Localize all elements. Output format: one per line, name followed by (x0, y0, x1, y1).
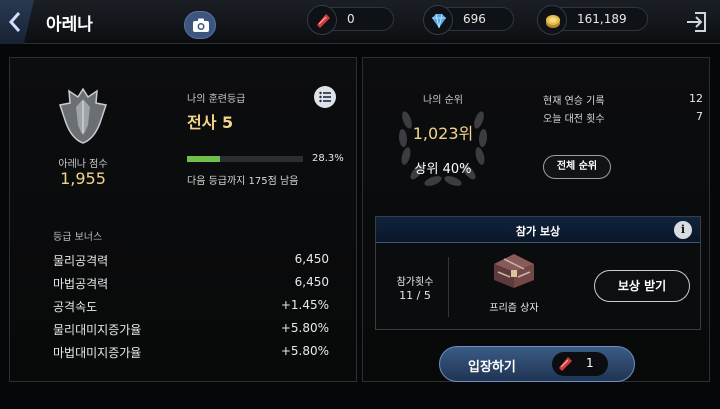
currency-gold: 161,189 (537, 5, 648, 35)
divider (448, 257, 449, 317)
bonus-value: +5.80% (280, 321, 329, 335)
info-button[interactable]: i (674, 221, 692, 239)
grade-progress-bar (187, 156, 303, 162)
page-title: 아레나 (46, 15, 93, 35)
screenshot-button[interactable] (184, 11, 216, 39)
grade-list-button[interactable] (314, 86, 336, 108)
chevron-left-icon (8, 12, 21, 32)
bonus-value: +1.45% (280, 298, 329, 312)
currency-red-ticket: 0 (307, 5, 394, 35)
my-rank-value: 1,023위 (412, 124, 474, 143)
today-battles-stat: 오늘 대전 횟수 7 (543, 110, 703, 125)
ranking-panel: 나의 순위 1,023위 상위 40% 현재 연승 기록 12 오늘 대전 횟수… (362, 57, 710, 382)
stat-label: 오늘 대전 횟수 (543, 114, 605, 125)
currency-value: 0 (347, 12, 355, 26)
diamond-icon (423, 5, 453, 35)
training-grade-value: 전사 5 (187, 113, 234, 132)
back-button[interactable] (0, 0, 34, 44)
camera-icon (193, 18, 209, 32)
grade-bonus-title: 등급 보너스 (53, 232, 103, 243)
bonus-row: 마법대미지증가율 +5.80% (53, 344, 329, 366)
exit-button[interactable] (683, 9, 711, 35)
bonus-value: 6,450 (294, 275, 329, 289)
enter-button-label: 입장하기 (468, 360, 516, 375)
reward-item-name: 프리즘 상자 (489, 303, 539, 314)
grade-progress-percent: 28.3% (312, 153, 344, 164)
training-grade-label: 나의 훈련등급 (187, 94, 246, 105)
currency-value: 161,189 (577, 12, 627, 26)
stat-value: 12 (689, 92, 703, 105)
bonus-value: +5.80% (280, 344, 329, 358)
training-grade-panel: 아레나 점수 1,955 나의 훈련등급 전사 5 28.3% 다음 등급까지 … (9, 57, 357, 382)
grade-progress-note: 다음 등급까지 175점 남음 (187, 176, 299, 187)
arena-score-label: 아레나 점수 (58, 159, 108, 170)
entry-cost: 1 (552, 352, 608, 376)
bonus-value: 6,450 (294, 252, 329, 266)
red-ticket-icon (559, 357, 572, 371)
claim-reward-button[interactable]: 보상 받기 (594, 270, 690, 302)
full-ranking-button[interactable]: 전체 순위 (543, 155, 611, 179)
bonus-name: 마법공격력 (53, 277, 109, 291)
bonus-row: 공격속도 +1.45% (53, 298, 329, 320)
reward-header: 참가 보상 i (376, 217, 700, 243)
currency-value: 696 (463, 12, 486, 26)
bonus-name: 물리공격력 (53, 254, 109, 268)
participation-reward-box: 참가 보상 i 참가횟수 11 / 5 프리즘 상자 보상 받기 (375, 216, 701, 330)
enter-arena-button[interactable]: 입장하기 1 (439, 346, 635, 382)
stat-value: 7 (696, 110, 703, 123)
red-ticket-icon (307, 5, 337, 35)
bonus-name: 공격속도 (53, 300, 98, 314)
my-rank-label: 나의 순위 (423, 95, 463, 106)
gold-coin-icon (537, 5, 567, 35)
entries-value: 11 / 5 (399, 289, 431, 302)
bonus-row: 물리대미지증가율 +5.80% (53, 321, 329, 343)
bonus-row: 물리공격력 6,450 (53, 252, 329, 274)
my-rank-percentile: 상위 40% (414, 162, 472, 177)
rank-emblem-icon (59, 87, 107, 144)
win-streak-stat: 현재 연승 기록 12 (543, 92, 703, 107)
entries-label: 참가횟수 (396, 277, 434, 288)
top-bar: 아레나 0 696 161,189 (0, 0, 720, 44)
bonus-row: 마법공격력 6,450 (53, 275, 329, 297)
currency-diamond: 696 (423, 5, 514, 35)
prism-chest-icon (494, 254, 534, 288)
arena-score-value: 1,955 (60, 169, 106, 188)
exit-icon (687, 12, 706, 32)
reward-title: 참가 보상 (515, 225, 561, 238)
grade-progress-fill (187, 156, 220, 162)
bonus-name: 마법대미지증가율 (53, 346, 142, 360)
list-icon (319, 91, 331, 103)
bonus-name: 물리대미지증가율 (53, 323, 142, 337)
entry-cost-value: 1 (586, 356, 594, 370)
stat-label: 현재 연승 기록 (543, 96, 605, 107)
